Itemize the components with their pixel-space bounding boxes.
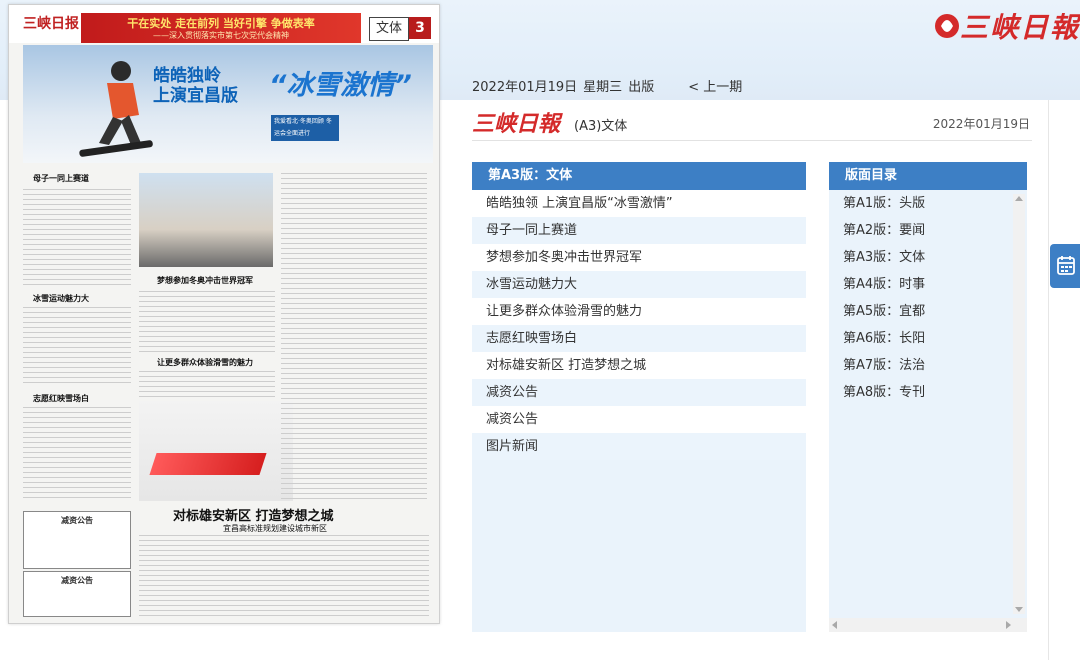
paper-heading-dream: 梦想参加冬奥冲击世界冠军: [157, 276, 253, 285]
article-item[interactable]: 母子一同上赛道: [472, 217, 806, 244]
page-header: 三峡日報 (A3)文体 2022年01月19日: [472, 104, 1032, 141]
hero-title-big: “冰雪激情”: [269, 70, 412, 101]
page-directory-list: 第A1版：头版 第A2版：要闻 第A3版：文体 第A4版：时事 第A5版：宜都 …: [829, 190, 1027, 632]
page-item[interactable]: 第A5版：宜都: [829, 298, 1009, 325]
paper-text-block: [281, 173, 427, 499]
page-item[interactable]: 第A8版：专刊: [829, 379, 1009, 406]
paper-text-block: [23, 407, 131, 499]
article-item[interactable]: 减资公告: [472, 406, 806, 433]
issue-weekday: 星期三: [583, 80, 623, 95]
article-item[interactable]: 图片新闻: [472, 433, 806, 460]
scroll-up-icon[interactable]: [1015, 196, 1023, 201]
paper-banner-sub: ——深入贯彻落实市第七次党代会精神: [153, 31, 289, 40]
calendar-tab[interactable]: [1050, 244, 1080, 288]
article-item[interactable]: 对标雄安新区 打造梦想之城: [472, 352, 806, 379]
paper-text-block: [139, 371, 275, 399]
snowboarder-icon: [79, 61, 153, 157]
page-item[interactable]: 第A7版：法治: [829, 352, 1009, 379]
vertical-scrollbar[interactable]: [1013, 194, 1025, 614]
page-directory-panel: 版面目录 第A1版：头版 第A2版：要闻 第A3版：文体 第A4版：时事 第A5…: [829, 162, 1027, 632]
page-date: 2022年01月19日: [932, 117, 1030, 131]
brand-name: 三峡日報: [960, 11, 1080, 44]
paper-heading-volunteer: 志愿红映雪场白: [33, 394, 89, 403]
paper-photo-building: [139, 173, 273, 267]
paper-text-block: [23, 307, 131, 387]
page-directory-title: 版面目录: [829, 162, 1027, 190]
paper-text-block: [23, 189, 131, 285]
issue-status: 出版: [628, 80, 655, 95]
article-item[interactable]: 皓皓独领 上演宜昌版“冰雪激情”: [472, 190, 806, 217]
issue-date: 2022年01月19日: [472, 80, 578, 95]
paper-section-tag: 文体: [369, 17, 409, 41]
paper-heading-people: 让更多群众体验滑雪的魅力: [157, 358, 253, 367]
article-item[interactable]: 让更多群众体验滑雪的魅力: [472, 298, 806, 325]
calendar-icon: [1057, 256, 1075, 275]
page-logo: 三峡日報: [472, 111, 561, 137]
scroll-right-icon[interactable]: [1006, 621, 1011, 629]
paper-subheading-xiongan: 宜昌高标准规划建设城市新区: [223, 524, 327, 533]
page-item[interactable]: 第A4版：时事: [829, 271, 1009, 298]
hero-title-line2: 上演宜昌版: [153, 86, 238, 106]
paper-heading-charm: 冰雪运动魅力大: [33, 294, 89, 303]
paper-heading-mother: 母子一同上赛道: [33, 174, 89, 183]
paper-page-number: 3: [409, 17, 431, 39]
paper-logo: 三峡日报: [23, 16, 79, 32]
issue-date-bar: 2022年01月19日 星期三 出版 < 上一期: [472, 76, 748, 95]
article-item[interactable]: 减资公告: [472, 379, 806, 406]
paper-banner: 干在实处 走在前列 当好引擎 争做表率 ——深入贯彻落实市第七次党代会精神: [81, 13, 361, 43]
article-list-title: 第A3版：文体: [472, 162, 806, 190]
page-label: (A3)文体: [574, 119, 628, 134]
page-item[interactable]: 第A3版：文体: [829, 244, 1009, 271]
page-item[interactable]: 第A6版：长阳: [829, 325, 1009, 352]
paper-heading-xiongan: 对标雄安新区 打造梦想之城: [173, 509, 334, 524]
article-item[interactable]: 梦想参加冬奥冲击世界冠军: [472, 244, 806, 271]
divider: [1048, 100, 1049, 660]
article-item[interactable]: 志愿红映雪场白: [472, 325, 806, 352]
article-list: 皓皓独领 上演宜昌版“冰雪激情” 母子一同上赛道 梦想参加冬奥冲击世界冠军 冰雪…: [472, 190, 806, 632]
paper-notice-1: 减资公告: [23, 511, 131, 569]
paper-notice-2: 减资公告: [23, 571, 131, 617]
page-item[interactable]: 第A2版：要闻: [829, 217, 1009, 244]
newspaper-page-image[interactable]: 三峡日报 干在实处 走在前列 当好引擎 争做表率 ——深入贯彻落实市第七次党代会…: [8, 4, 440, 624]
paper-text-block: [139, 291, 275, 355]
paper-notice-title: 减资公告: [61, 576, 93, 585]
horizontal-scrollbar[interactable]: [829, 618, 1027, 632]
paper-text-block: [139, 535, 429, 617]
article-list-panel: 第A3版：文体 皓皓独领 上演宜昌版“冰雪激情” 母子一同上赛道 梦想参加冬奥冲…: [472, 162, 806, 632]
scroll-down-icon[interactable]: [1015, 607, 1023, 612]
previous-issue-link[interactable]: < 上一期: [688, 76, 742, 95]
page-item[interactable]: 第A1版：头版: [829, 190, 1009, 217]
hero-info-box: 我爱看北·冬奥回顾 冬运会全面进行: [271, 115, 339, 141]
paper-banner-main: 干在实处 走在前列 当好引擎 争做表率: [127, 17, 315, 30]
paper-photo-snowboard: [139, 401, 293, 501]
article-item[interactable]: 冰雪运动魅力大: [472, 271, 806, 298]
scroll-left-icon[interactable]: [832, 621, 837, 629]
paper-notice-title: 减资公告: [61, 516, 93, 525]
